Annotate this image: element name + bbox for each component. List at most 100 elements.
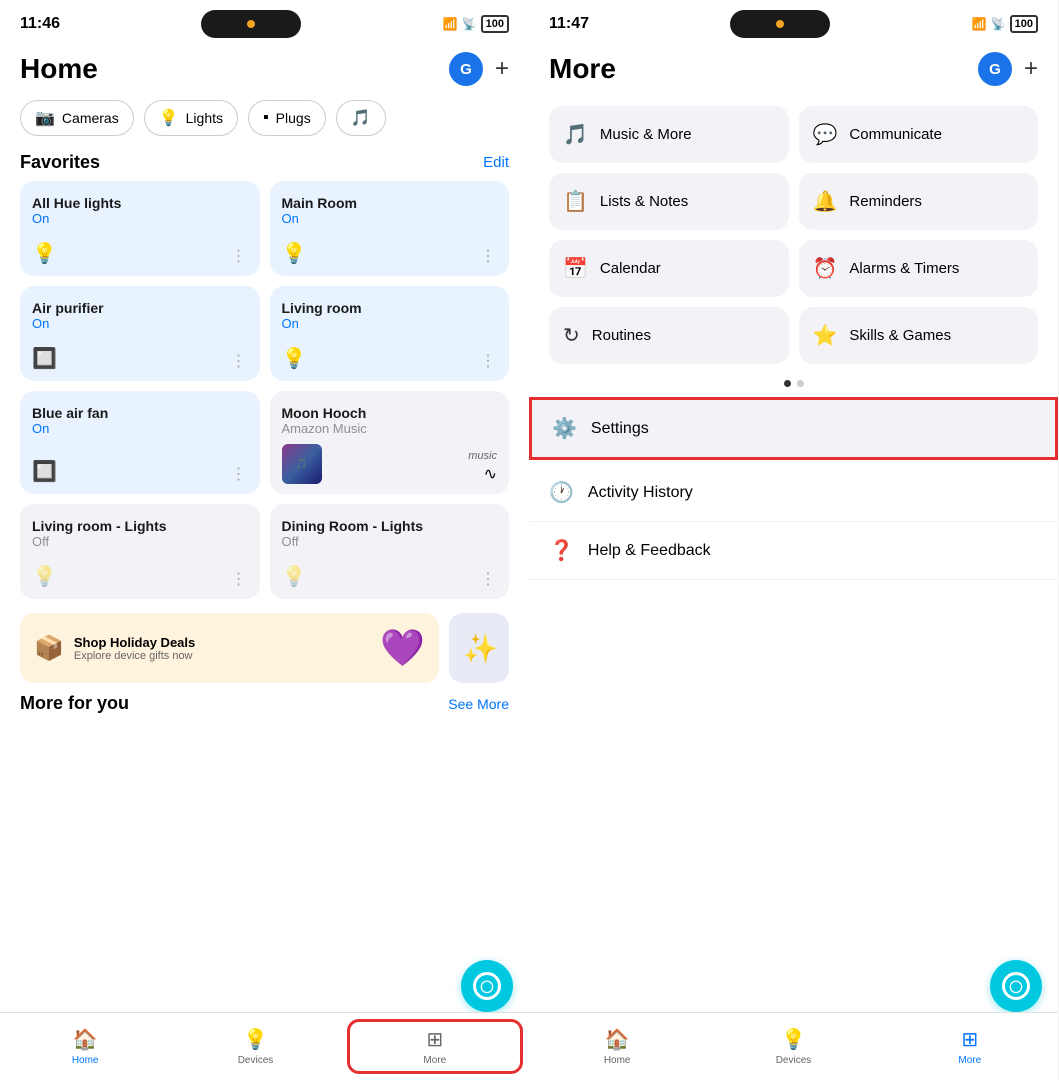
music-thumbnail: 🎵 [282,444,322,484]
fav-card-main-room[interactable]: Main Room On 💡 ⋮ [270,181,510,276]
settings-row[interactable]: ⚙️ Settings [529,397,1058,460]
chip-music[interactable]: 🎵 [336,100,386,136]
fav-status-lr-lights: Off [32,534,248,549]
holiday-bulb-img: 💜 [380,627,425,669]
fav-card-lr-lights[interactable]: Living room - Lights Off 💡 ⋮ [20,504,260,599]
fav-icon-blue-air-fan: 🔲 [32,459,57,484]
more-header: More G + [529,44,1058,96]
more-card-communicate[interactable]: 💬 Communicate [799,106,1039,163]
fav-title-moon-hooch: Moon Hooch [282,405,498,421]
battery-icon-right: 100 [1010,15,1038,33]
fav-status-all-hue: On [32,211,248,226]
fav-status-air-purifier: On [32,316,248,331]
home-tab-label-right: Home [604,1055,631,1066]
chip-lights[interactable]: 💡 Lights [144,100,238,136]
tab-home-right[interactable]: 🏠 Home [529,1013,705,1080]
lights-icon: 💡 [159,108,179,128]
disney-banner[interactable]: ✨ [449,613,509,683]
tab-more-right[interactable]: ⊞ More [882,1013,1058,1080]
chip-plugs[interactable]: ▪ Plugs [248,100,326,136]
more-tab-icon-left: ⊞ [426,1027,443,1052]
fav-icon-all-hue: 💡 [32,241,57,266]
fav-card-air-purifier[interactable]: Air purifier On 🔲 ⋮ [20,286,260,381]
fav-status-dr-lights: Off [282,534,498,549]
favorites-header: Favorites Edit [0,146,529,181]
more-card-routines[interactable]: ↻ Routines [549,307,789,364]
avatar-button-left[interactable]: G [449,52,483,86]
add-button-right[interactable]: + [1024,55,1038,83]
tab-bar-left: 🏠 Home 💡 Devices ⊞ More [0,1012,529,1080]
alexa-button-left[interactable]: ◯ [461,960,513,1012]
alarms-icon: ⏰ [813,256,838,281]
fav-menu-air-purifier[interactable]: ⋮ [231,351,248,371]
tab-more-left[interactable]: ⊞ More [347,1019,523,1074]
settings-label: Settings [591,420,649,438]
edit-button[interactable]: Edit [483,154,509,171]
activity-icon: 🕐 [549,480,574,505]
activity-label: Activity History [588,484,693,502]
more-card-calendar[interactable]: 📅 Calendar [549,240,789,297]
skills-label: Skills & Games [849,327,951,344]
devices-tab-icon-left: 💡 [243,1027,268,1052]
fav-card-moon-hooch[interactable]: Moon Hooch Amazon Music 🎵 music ∿ [270,391,510,494]
fav-menu-living-room[interactable]: ⋮ [480,351,497,371]
more-screen: 11:47 📶 📡 100 More G + 🎵 Music & More 💬 … [529,0,1058,1080]
home-tab-label-left: Home [72,1055,99,1066]
more-card-reminders[interactable]: 🔔 Reminders [799,173,1039,230]
fav-menu-blue-air-fan[interactable]: ⋮ [231,464,248,484]
fav-card-dr-lights[interactable]: Dining Room - Lights Off 💡 ⋮ [270,504,510,599]
more-card-music[interactable]: 🎵 Music & More [549,106,789,163]
home-header: Home G + [0,44,529,96]
more-card-lists[interactable]: 📋 Lists & Notes [549,173,789,230]
see-more-button[interactable]: See More [448,696,509,712]
activity-history-row[interactable]: 🕐 Activity History [529,464,1058,522]
tab-devices-left[interactable]: 💡 Devices [170,1013,340,1080]
fav-card-living-room[interactable]: Living room On 💡 ⋮ [270,286,510,381]
devices-tab-label-right: Devices [776,1055,812,1066]
music-chip-icon: 🎵 [351,108,371,128]
more-card-alarms[interactable]: ⏰ Alarms & Timers [799,240,1039,297]
more-tab-label-right: More [958,1055,981,1066]
alexa-ring-left: ◯ [473,972,501,1000]
fav-title-all-hue: All Hue lights [32,195,248,211]
fav-title-blue-air-fan: Blue air fan [32,405,248,421]
devices-tab-icon-right: 💡 [781,1027,806,1052]
holiday-icon: 📦 [34,634,64,663]
camera-icon: 📷 [35,108,55,128]
more-card-skills[interactable]: ⭐ Skills & Games [799,307,1039,364]
alexa-button-right[interactable]: ◯ [990,960,1042,1012]
alexa-a-left: ◯ [480,979,493,993]
favorites-title: Favorites [20,152,100,173]
tab-devices-right[interactable]: 💡 Devices [705,1013,881,1080]
header-actions-right: G + [978,52,1038,86]
fav-title-air-purifier: Air purifier [32,300,248,316]
avatar-button-right[interactable]: G [978,52,1012,86]
holiday-banner[interactable]: 📦 Shop Holiday Deals Explore device gift… [20,613,439,683]
alexa-a-right: ◯ [1009,979,1022,993]
fav-title-dr-lights: Dining Room - Lights [282,518,498,534]
fav-card-all-hue[interactable]: All Hue lights On 💡 ⋮ [20,181,260,276]
help-feedback-row[interactable]: ❓ Help & Feedback [529,522,1058,580]
add-button-left[interactable]: + [495,55,509,83]
fav-menu-main-room[interactable]: ⋮ [480,246,497,266]
holiday-title: Shop Holiday Deals [74,635,195,650]
fav-status-living-room: On [282,316,498,331]
alexa-ring-right: ◯ [1002,972,1030,1000]
communicate-icon: 💬 [813,122,838,147]
amazon-smile-icon: ∿ [484,464,497,484]
fav-menu-lr-lights[interactable]: ⋮ [231,569,248,589]
category-chips: 📷 Cameras 💡 Lights ▪ Plugs 🎵 [0,96,529,146]
chip-lights-label: Lights [186,110,223,126]
fav-card-blue-air-fan[interactable]: Blue air fan On 🔲 ⋮ [20,391,260,494]
home-tab-icon-left: 🏠 [73,1027,98,1052]
fav-status-moon-hooch: Amazon Music [282,421,498,436]
fav-menu-all-hue[interactable]: ⋮ [231,246,248,266]
home-tab-icon-right: 🏠 [605,1027,630,1052]
favorites-grid: All Hue lights On 💡 ⋮ Main Room On 💡 ⋮ A… [0,181,529,599]
chip-cameras[interactable]: 📷 Cameras [20,100,134,136]
tab-home-left[interactable]: 🏠 Home [0,1013,170,1080]
fav-menu-dr-lights[interactable]: ⋮ [480,569,497,589]
fav-status-main-room: On [282,211,498,226]
fav-icon-living-room: 💡 [282,346,307,371]
tab-bar-right: 🏠 Home 💡 Devices ⊞ More [529,1012,1058,1080]
